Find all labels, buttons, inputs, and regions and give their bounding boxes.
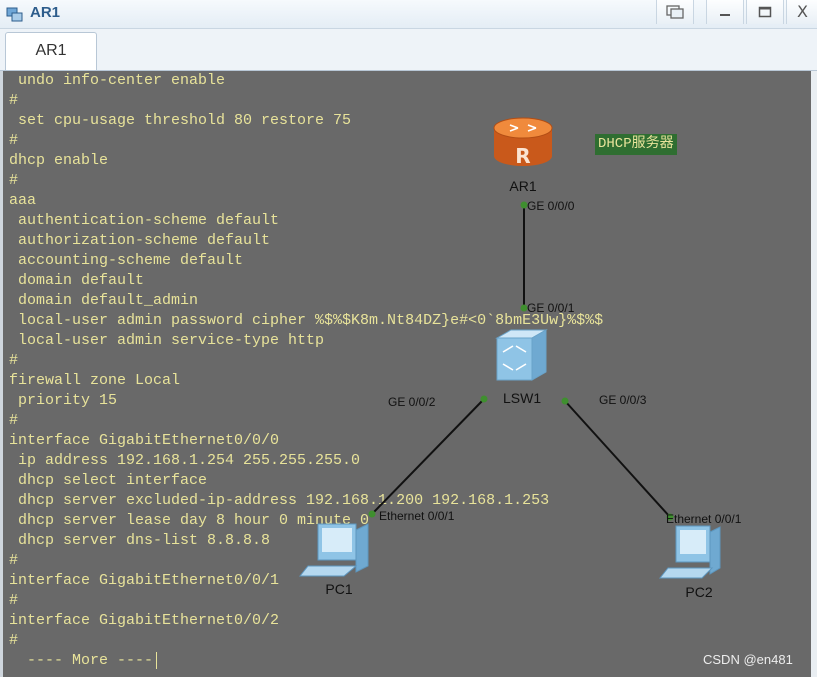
console-line: #	[9, 552, 19, 569]
console-line: set cpu-usage threshold 80 restore 75	[9, 112, 352, 129]
console-line: authorization-scheme default	[9, 232, 271, 249]
console-line: interface GigabitEthernet0/0/1	[9, 572, 280, 589]
console-more-line: ---- More ----	[9, 651, 603, 671]
console-line: #	[9, 592, 19, 609]
minimize-icon	[720, 14, 730, 16]
console-line: dhcp server lease day 8 hour 0 minute 0	[9, 512, 370, 529]
restore-window-button[interactable]	[656, 0, 694, 24]
dhcp-server-note[interactable]: DHCP服务器	[595, 134, 677, 155]
tab-ar1[interactable]: AR1	[5, 32, 97, 70]
console-line: undo info-center enable	[9, 72, 226, 89]
console-line: domain default_admin	[9, 292, 199, 309]
console-line: #	[9, 172, 19, 189]
console-line: interface GigabitEthernet0/0/2	[9, 612, 280, 629]
console-line: domain default	[9, 272, 145, 289]
console-line: dhcp select interface	[9, 472, 208, 489]
console-line: #	[9, 352, 19, 369]
console-line: priority 15	[9, 392, 118, 409]
console-line: local-user admin service-type http	[9, 332, 325, 349]
console-line: authentication-scheme default	[9, 212, 280, 229]
windows-icon	[666, 5, 684, 19]
console-line: #	[9, 412, 19, 429]
console-line: interface GigabitEthernet0/0/0	[9, 432, 280, 449]
console-line: aaa	[9, 192, 37, 209]
console-line: ip address 192.168.1.254 255.255.255.0	[9, 452, 361, 469]
title-bar: AR1 X	[0, 0, 817, 29]
console-line: accounting-scheme default	[9, 252, 244, 269]
console-line: #	[9, 132, 19, 149]
console-line: #	[9, 632, 19, 649]
window-title: AR1	[30, 4, 61, 21]
close-icon: X	[797, 2, 808, 21]
console-line: local-user admin password cipher %$%$K8m…	[9, 312, 604, 329]
console-line: dhcp enable	[9, 152, 109, 169]
console-output[interactable]: undo info-center enable # set cpu-usage …	[0, 71, 811, 677]
console-lines: undo info-center enable # set cpu-usage …	[9, 71, 603, 671]
console-line: dhcp server excluded-ip-address 192.168.…	[9, 492, 550, 509]
console-line: dhcp server dns-list 8.8.8.8	[9, 532, 271, 549]
tab-label: AR1	[35, 42, 67, 59]
app-icon	[6, 7, 23, 22]
maximize-button[interactable]	[746, 0, 784, 24]
tab-strip: AR1	[0, 29, 817, 71]
console-line: #	[9, 92, 19, 109]
console-scrollbar[interactable]	[811, 71, 817, 677]
maximize-icon	[758, 6, 772, 18]
minimize-button[interactable]	[706, 0, 744, 24]
close-button[interactable]: X	[786, 0, 817, 24]
console-line: firewall zone Local	[9, 372, 181, 389]
watermark: CSDN @en481	[703, 652, 793, 667]
text-cursor	[156, 651, 158, 669]
